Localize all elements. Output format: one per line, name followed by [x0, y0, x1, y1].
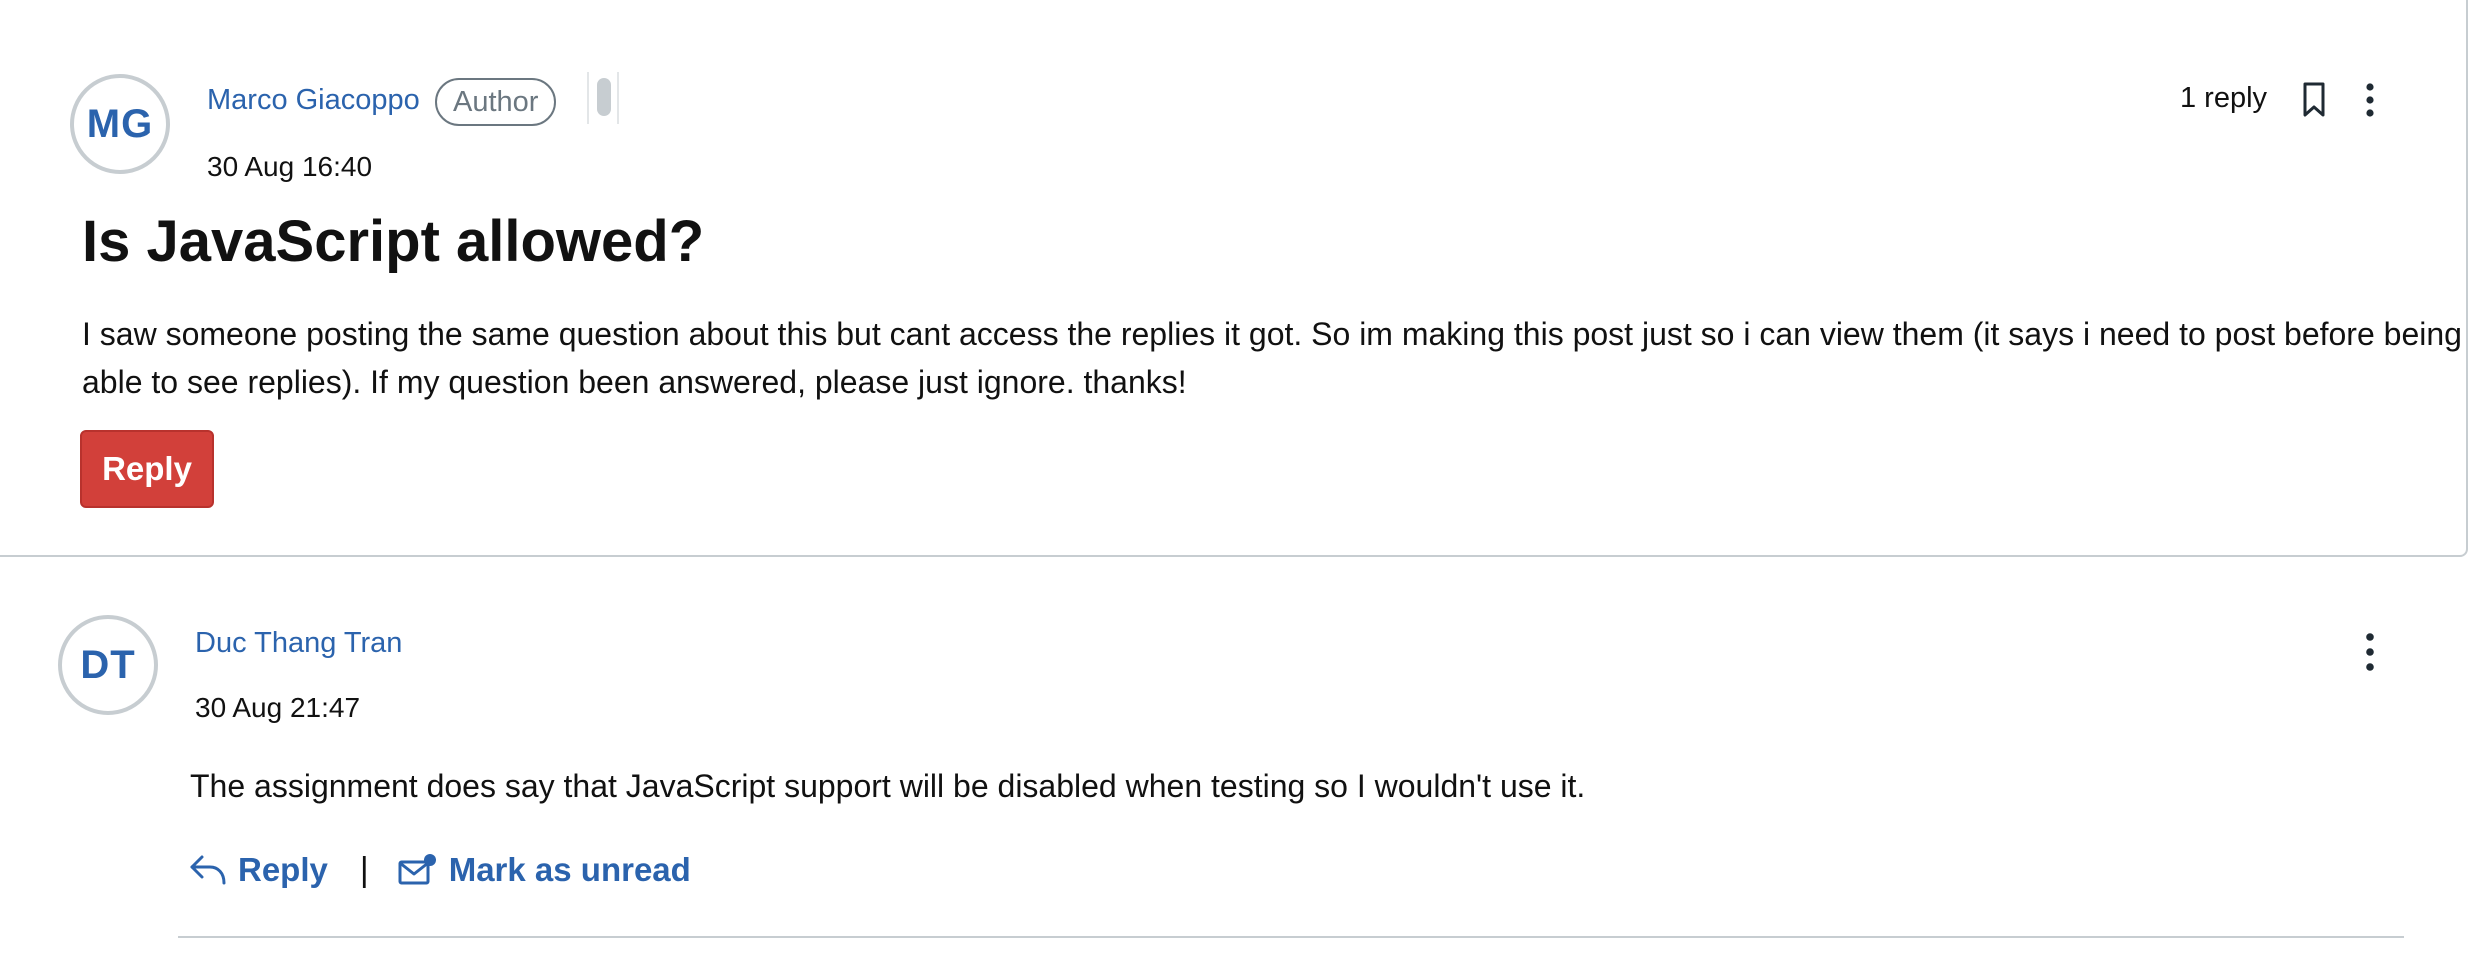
reply-actions: Reply | Mark as unread: [188, 845, 691, 895]
reply-timestamp: 30 Aug 21:47: [195, 692, 361, 723]
mark-as-unread-link[interactable]: Mark as unread: [397, 851, 691, 889]
divider: [178, 936, 2404, 938]
post-timestamp: 30 Aug 16:40: [207, 151, 373, 182]
reply-body: The assignment does say that JavaScript …: [190, 768, 1586, 804]
envelope-unread-icon: [397, 853, 437, 887]
bookmark-icon[interactable]: [2296, 78, 2332, 122]
drag-handle[interactable]: [587, 72, 619, 124]
author-avatar[interactable]: MG: [70, 74, 170, 174]
discussion-post: MG Marco Giacoppo Author 30 Aug 16:40 1 …: [0, 0, 2468, 557]
reply-arrow-icon: [188, 853, 228, 887]
post-title: Is JavaScript allowed?: [82, 209, 705, 274]
post-body: I saw someone posting the same question …: [82, 316, 2462, 400]
reply-author-name[interactable]: Duc Thang Tran: [195, 627, 402, 660]
reply-count[interactable]: 1 reply: [2180, 82, 2267, 115]
reply-author-avatar[interactable]: DT: [58, 615, 158, 715]
more-options-icon[interactable]: [2352, 78, 2388, 122]
mark-as-unread-label: Mark as unread: [448, 851, 691, 888]
more-options-icon[interactable]: [2352, 630, 2388, 674]
reply-button[interactable]: Reply: [80, 430, 214, 508]
reply-link[interactable]: Reply: [188, 851, 328, 889]
action-separator: |: [359, 850, 369, 889]
reply-link-label: Reply: [238, 851, 328, 888]
author-role-badge: Author: [435, 78, 557, 126]
post-author-name[interactable]: Marco Giacoppo: [207, 84, 420, 117]
